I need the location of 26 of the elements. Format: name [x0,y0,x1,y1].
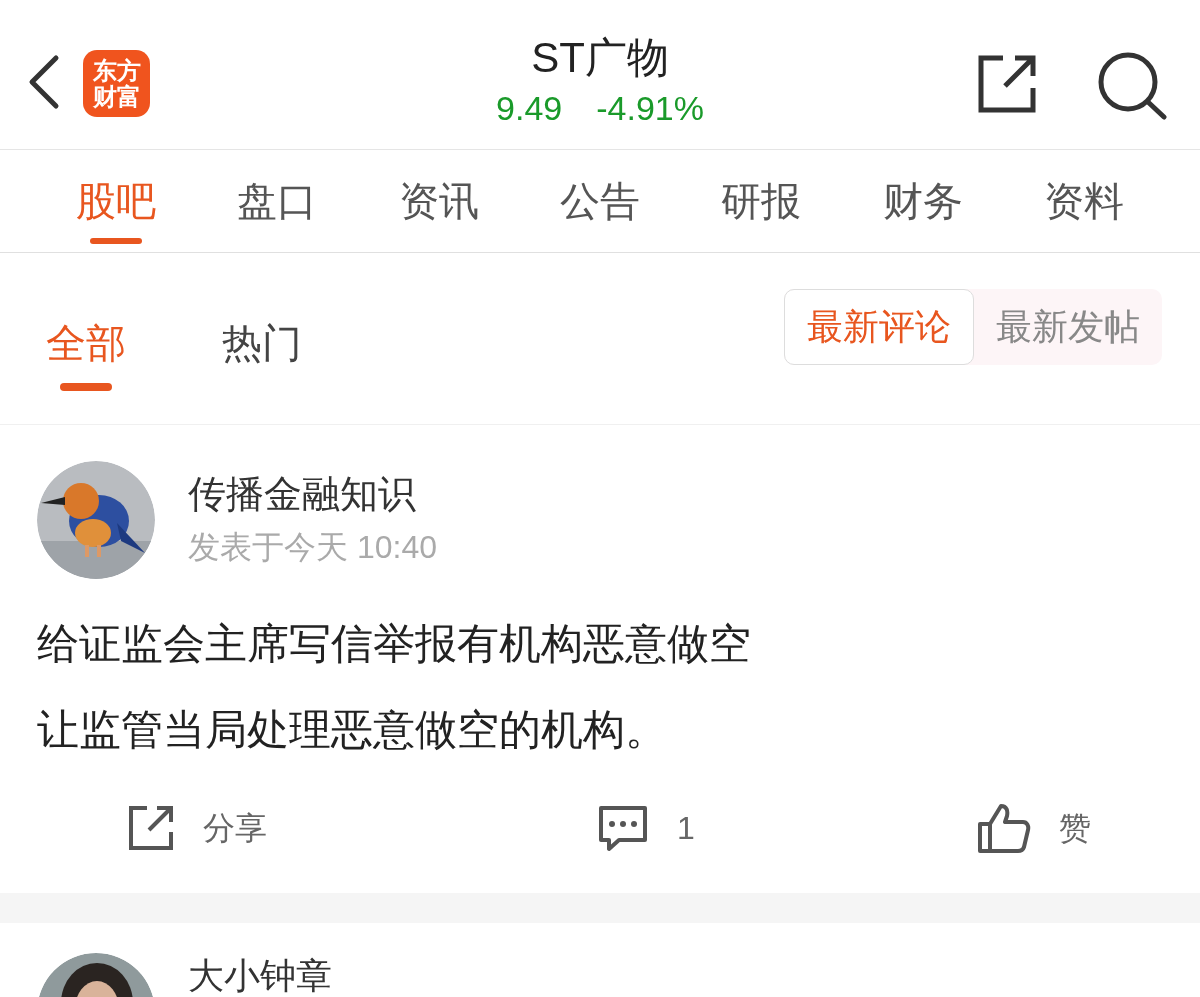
tab[interactable]: 盘口 [237,150,318,252]
comment-action[interactable]: 1 [417,804,977,852]
tab[interactable]: 公告 [559,150,640,252]
author-name[interactable]: 大小钟章 [188,955,332,997]
tab[interactable]: 研报 [721,150,802,252]
thumbs-up-icon [977,802,1031,854]
stock-title: ST广物 [531,33,669,83]
tab[interactable]: 资讯 [398,150,479,252]
like-action[interactable]: 赞 [977,802,1091,854]
app-logo: 东方 财富 [83,50,150,117]
tab[interactable]: 财务 [882,150,963,252]
comment-icon [597,804,649,852]
filter-tab[interactable]: 全部 [38,294,134,391]
sort-option[interactable]: 最新评论 [784,288,974,365]
post-text: 让监管当局处理恶意做空的机构。 [37,705,668,755]
share-icon [127,804,175,852]
search-icon[interactable] [1096,50,1168,120]
tab[interactable]: 股吧 [75,150,156,252]
share-action[interactable]: 分享 [37,804,417,852]
post-time: 发表于今天 10:40 [188,528,437,567]
price-change: -4.91% [596,88,704,129]
filter-tab[interactable]: 热门 [214,294,310,391]
tab[interactable]: 资料 [1044,150,1125,252]
author-name[interactable]: 传播金融知识 [188,469,437,519]
stock-price: 9.49 [496,88,563,129]
post-text: 给证监会主席写信举报有机构恶意做空 [37,619,752,669]
